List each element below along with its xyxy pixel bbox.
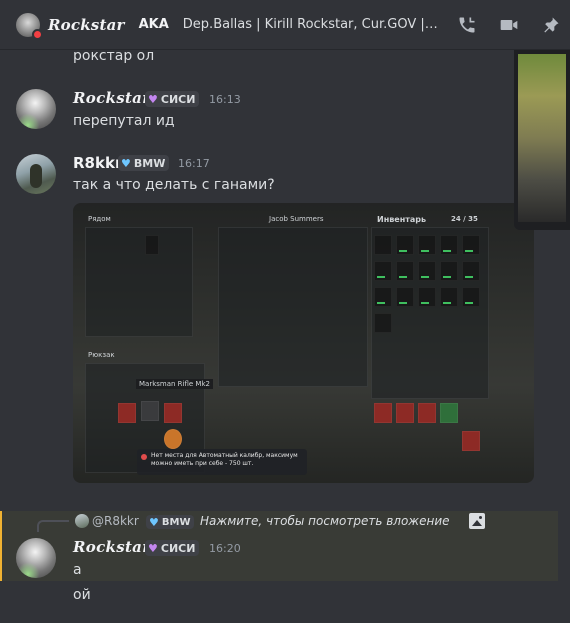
inventory-slot[interactable] [418, 287, 436, 307]
backpack-label: Рюкзак [88, 351, 115, 359]
avatar[interactable] [16, 89, 56, 129]
message-timestamp[interactable]: 16:17 [178, 157, 210, 170]
message-text: а [73, 562, 82, 578]
message-username[interactable]: Rockstar [73, 89, 150, 107]
backpack-slot[interactable] [118, 403, 136, 423]
dnd-status-indicator [32, 28, 43, 40]
inventory-slot[interactable] [418, 235, 436, 255]
inventory-slot[interactable] [440, 261, 458, 281]
message-timestamp[interactable]: 16:20 [209, 542, 241, 555]
inventory-slot[interactable] [440, 235, 458, 255]
video-preview-image [518, 54, 566, 222]
video-call-icon[interactable] [498, 14, 520, 36]
message-text: ой [73, 587, 91, 603]
role-badge-label: BMW [161, 516, 191, 528]
reply-connector [37, 520, 69, 532]
role-badge-label: СИСИ [160, 92, 196, 106]
message-text: так а что делать с ганами? [73, 177, 275, 193]
header-aka-label: AKA [138, 17, 169, 32]
heart-icon: ♥ [148, 541, 158, 555]
message-username[interactable]: Rockstar [73, 538, 150, 556]
role-badge[interactable]: ♥ BMW [146, 515, 195, 529]
backpack-slot[interactable] [164, 429, 182, 449]
pin-icon[interactable] [540, 14, 562, 36]
nearby-panel [85, 227, 193, 337]
inventory-slot[interactable] [374, 287, 392, 307]
inventory-slot[interactable] [374, 403, 392, 423]
image-icon[interactable] [469, 513, 485, 529]
inventory-slot[interactable] [462, 431, 480, 451]
inventory-slot[interactable] [396, 287, 414, 307]
message-text: перепутал ид [73, 113, 175, 129]
video-preview-tile[interactable] [514, 50, 570, 230]
inventory-slot[interactable] [145, 235, 159, 255]
header-custom-status: Dep.Ballas | Kirill Rockstar, Cur.GOV | … [182, 17, 439, 32]
heart-icon: ♥ [121, 156, 131, 170]
inventory-tooltip: Нет места для Автоматный калибр, максиму… [137, 449, 307, 475]
nearby-label: Рядом [88, 215, 111, 223]
message-username[interactable]: R8kkr [73, 154, 122, 172]
backpack-slot[interactable] [141, 401, 159, 421]
backpack-slot[interactable] [164, 403, 182, 423]
avatar[interactable] [16, 154, 56, 194]
inventory-slot[interactable] [374, 261, 392, 281]
inventory-slot[interactable] [462, 287, 480, 307]
inventory-label: Инвентарь [377, 215, 427, 224]
role-badge-label: BMW [133, 156, 166, 170]
image-attachment[interactable]: Рядом Jacob Summers Инвентарь 24 / 35 Рю… [73, 203, 534, 483]
inventory-capacity: 24 / 35 [451, 215, 478, 223]
role-badge[interactable]: ♥ BMW [118, 155, 170, 171]
role-badge-label: СИСИ [160, 541, 196, 555]
character-panel [218, 227, 368, 387]
heart-icon: ♥ [149, 515, 159, 529]
role-badge[interactable]: ♥ СИСИ [145, 91, 200, 107]
inventory-slot[interactable] [440, 403, 458, 423]
message-timestamp[interactable]: 16:13 [209, 93, 241, 106]
player-name-label: Jacob Summers [269, 215, 324, 223]
avatar[interactable] [16, 538, 56, 578]
inventory-slot[interactable] [440, 287, 458, 307]
reply-preview-text[interactable]: Нажмите, чтобы посмотреть вложение [200, 514, 450, 528]
inventory-slot[interactable] [396, 235, 414, 255]
role-badge[interactable]: ♥ СИСИ [145, 540, 200, 556]
channel-header: Rockstar AKA Dep.Ballas | Kirill Rocksta… [0, 0, 570, 50]
inventory-slot[interactable] [396, 261, 414, 281]
header-avatar[interactable] [16, 12, 43, 40]
inventory-slot[interactable] [396, 403, 414, 423]
voice-call-icon[interactable] [456, 14, 478, 36]
inventory-slot[interactable] [374, 235, 392, 255]
header-username[interactable]: Rockstar [48, 16, 125, 34]
inventory-slot[interactable] [462, 261, 480, 281]
reply-username[interactable]: @R8kkr [92, 514, 139, 528]
reply-avatar[interactable] [75, 514, 89, 528]
inventory-slot[interactable] [374, 313, 392, 333]
inventory-slot[interactable] [462, 235, 480, 255]
heart-icon: ♥ [148, 92, 158, 106]
inventory-slot[interactable] [418, 261, 436, 281]
inventory-slot[interactable] [418, 403, 436, 423]
header-toolbar [456, 14, 562, 36]
message-text: рокстар ол [73, 48, 155, 64]
item-name-label: Marksman Rifle Mk2 [136, 379, 213, 389]
